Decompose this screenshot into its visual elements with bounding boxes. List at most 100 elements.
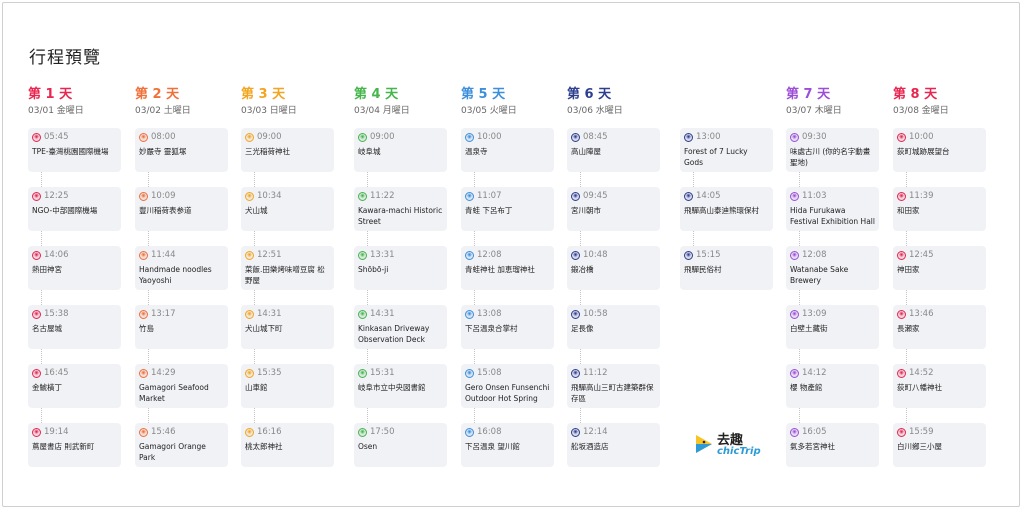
route-connector: [367, 349, 368, 364]
stop-time: 05:45: [44, 132, 69, 142]
stop-card[interactable]: ◉ 13:08 下呂温泉合掌村: [461, 305, 554, 349]
stop-name: 櫻 物產館: [790, 383, 823, 392]
stop-card[interactable]: ◉ 13:46 長瀬家: [893, 305, 986, 349]
location-pin-icon: ◉: [790, 250, 799, 260]
stop-name: 下呂温泉合掌村: [465, 324, 518, 333]
stop-time: 16:16: [257, 427, 282, 437]
stop-name: 岐阜市立中央図書館: [358, 383, 426, 392]
stop-card[interactable]: ◉ 09:45 宮川朝市: [567, 187, 660, 231]
stop-name: 長瀬家: [897, 324, 920, 333]
stop-card[interactable]: ◉ 12:08 Watanabe Sake Brewery: [786, 246, 879, 290]
route-connector: [41, 349, 42, 364]
stop-card[interactable]: ◉ 14:05 飛驒高山泰迪熊環保村: [680, 187, 773, 231]
location-pin-icon: ◉: [358, 132, 367, 142]
route-connector: [799, 290, 800, 305]
stop-time: 10:34: [257, 191, 282, 201]
route-connector: [799, 172, 800, 187]
stop-card[interactable]: ◉ 12:45 神田家: [893, 246, 986, 290]
stop-card[interactable]: ◉ 16:45 金鯱橫丁: [28, 364, 121, 408]
stop-card[interactable]: ◉ 13:17 竹島: [135, 305, 228, 349]
stop-card[interactable]: ◉ 13:09 白壁土藏街: [786, 305, 879, 349]
stop-card[interactable]: ◉ 15:38 名古屋城: [28, 305, 121, 349]
location-pin-icon: ◉: [790, 132, 799, 142]
stop-name: NGO-中部國際機場: [32, 206, 98, 215]
stop-card[interactable]: ◉ 05:45 TPE-臺灣桃園國際機場: [28, 128, 121, 172]
stop-card[interactable]: ◉ 11:03 Hida Furukawa Festival Exhibition …: [786, 187, 879, 231]
stop-time: 12:14: [583, 427, 608, 437]
stop-card[interactable]: ◉ 14:29 Gamagori Seafood Market: [135, 364, 228, 408]
stop-card[interactable]: ◉ 15:15 飛驒民俗村: [680, 246, 773, 290]
stop-card[interactable]: ◉ 11:12 飛驒高山三町古建築群保存區: [567, 364, 660, 408]
stop-name: 青蛙 下呂布丁: [465, 206, 513, 215]
stop-name: 飛驒高山三町古建築群保存區: [571, 383, 654, 403]
stop-time: 15:08: [477, 368, 502, 378]
stop-time: 14:06: [44, 250, 69, 260]
location-pin-icon: ◉: [465, 309, 474, 319]
stop-card[interactable]: ◉ 14:06 熱田神宮: [28, 246, 121, 290]
stop-time: 14:31: [370, 309, 395, 319]
stop-card[interactable]: ◉ 09:00 岐阜城: [354, 128, 447, 172]
stop-name: 白川鄉三小屋: [897, 442, 942, 451]
location-pin-icon: ◉: [245, 309, 254, 319]
stop-card[interactable]: ◉ 11:07 青蛙 下呂布丁: [461, 187, 554, 231]
stop-card[interactable]: ◉ 15:35 山車館: [241, 364, 334, 408]
location-pin-icon: ◉: [139, 427, 148, 437]
stop-card[interactable]: ◉ 09:30 味處古川 (你的名字動畫聖地): [786, 128, 879, 172]
stop-name: 舩坂酒造店: [571, 442, 609, 451]
stop-card[interactable]: ◉ 16:05 氣多若宮神社: [786, 423, 879, 467]
stop-time: 14:12: [802, 368, 827, 378]
stop-card[interactable]: ◉ 08:45 高山陣屋: [567, 128, 660, 172]
route-connector: [367, 408, 368, 423]
stop-card[interactable]: ◉ 14:31 Kinkasan Driveway Observation Deck: [354, 305, 447, 349]
route-connector: [367, 172, 368, 187]
location-pin-icon: ◉: [571, 368, 580, 378]
stop-card[interactable]: ◉ 10:58 足長像: [567, 305, 660, 349]
stop-card[interactable]: ◉ 16:16 桃太郎神社: [241, 423, 334, 467]
day-date: 03/05 火曜日: [461, 106, 517, 116]
stop-card[interactable]: ◉ 08:00 妙嚴寺 靈狐塚: [135, 128, 228, 172]
day-date: 03/03 日曜日: [241, 106, 297, 116]
stop-card[interactable]: ◉ 10:00 荻町城跡展望台: [893, 128, 986, 172]
stop-card[interactable]: ◉ 15:59 白川鄉三小屋: [893, 423, 986, 467]
stop-name: 青蛙神社 加恵瑠神社: [465, 265, 535, 274]
stop-name: 山車館: [245, 383, 268, 392]
stop-card[interactable]: ◉ 15:31 岐阜市立中央図書館: [354, 364, 447, 408]
stop-time: 12:51: [257, 250, 282, 260]
stop-card[interactable]: ◉ 13:31 Shōbō-ji: [354, 246, 447, 290]
stop-card[interactable]: ◉ 12:14 舩坂酒造店: [567, 423, 660, 467]
stop-card[interactable]: ◉ 11:44 Handmade noodles Yaoyoshi: [135, 246, 228, 290]
stop-name: 犬山城: [245, 206, 268, 215]
stop-card[interactable]: ◉ 09:00 三光稲荷神社: [241, 128, 334, 172]
route-connector: [254, 290, 255, 305]
stop-card[interactable]: ◉ 15:46 Gamagori Orange Park: [135, 423, 228, 467]
route-connector: [254, 172, 255, 187]
stop-name: Hida Furukawa Festival Exhibition Hall: [790, 206, 875, 226]
stop-card[interactable]: ◉ 16:08 下呂温泉 望川館: [461, 423, 554, 467]
stop-time: 13:09: [802, 309, 827, 319]
stop-card[interactable]: ◉ 11:22 Kawara-machi Historic Street: [354, 187, 447, 231]
stop-card[interactable]: ◉ 10:34 犬山城: [241, 187, 334, 231]
stop-time: 19:14: [44, 427, 69, 437]
stop-card[interactable]: ◉ 19:14 蔦屋書店 則武新町: [28, 423, 121, 467]
stop-card[interactable]: ◉ 14:12 櫻 物產館: [786, 364, 879, 408]
route-connector: [41, 408, 42, 423]
stop-card[interactable]: ◉ 17:50 Osen: [354, 423, 447, 467]
stop-card[interactable]: ◉ 10:09 豐川稲荷表参道: [135, 187, 228, 231]
stop-card[interactable]: ◉ 10:48 鍛冶橋: [567, 246, 660, 290]
stop-card[interactable]: ◉ 14:52 荻町八幡神社: [893, 364, 986, 408]
stop-card[interactable]: ◉ 11:39 和田家: [893, 187, 986, 231]
stop-name: 味處古川 (你的名字動畫聖地): [790, 147, 871, 167]
stop-card[interactable]: ◉ 14:31 犬山城下町: [241, 305, 334, 349]
stop-time: 10:00: [909, 132, 934, 142]
stop-time: 10:00: [477, 132, 502, 142]
location-pin-icon: ◉: [571, 309, 580, 319]
stop-card[interactable]: ◉ 13:00 Forest of 7 Lucky Gods: [680, 128, 773, 172]
stop-card[interactable]: ◉ 12:51 菜飯.田樂烤味噌豆腐 松野屋: [241, 246, 334, 290]
stop-card[interactable]: ◉ 12:25 NGO-中部國際機場: [28, 187, 121, 231]
stop-time: 11:03: [802, 191, 827, 201]
stop-card[interactable]: ◉ 15:08 Gero Onsen Funsenchi Outdoor Hot S…: [461, 364, 554, 408]
stop-card[interactable]: ◉ 10:00 温泉寺: [461, 128, 554, 172]
stop-time: 14:05: [696, 191, 721, 201]
chictrip-logo-icon: [693, 433, 715, 457]
stop-card[interactable]: ◉ 12:08 青蛙神社 加恵瑠神社: [461, 246, 554, 290]
